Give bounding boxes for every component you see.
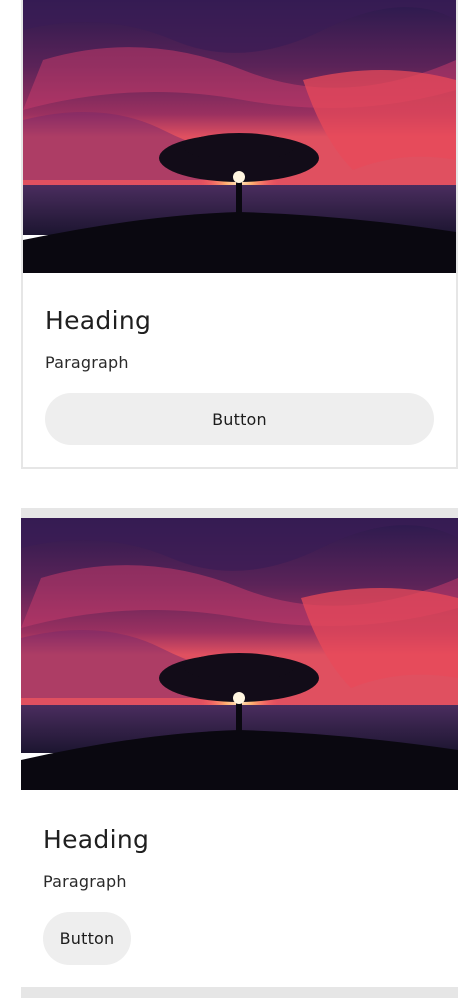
- card-2-image: [21, 518, 458, 790]
- card-2-button[interactable]: Button: [43, 912, 131, 965]
- card-1-heading: Heading: [45, 306, 152, 335]
- sunset-tree-image: [23, 0, 456, 273]
- card-1-image: [23, 0, 456, 273]
- card-1: Heading Paragraph Button: [21, 0, 458, 469]
- card-2-top-border: [21, 508, 458, 518]
- card-2-bottom-border: [21, 987, 458, 998]
- card-2: Heading Paragraph Button: [21, 508, 458, 998]
- card-1-paragraph: Paragraph: [45, 353, 129, 372]
- card-2-paragraph: Paragraph: [43, 872, 127, 891]
- card-2-heading: Heading: [43, 825, 150, 854]
- sunset-tree-image: [21, 518, 458, 790]
- card-1-button[interactable]: Button: [45, 393, 434, 445]
